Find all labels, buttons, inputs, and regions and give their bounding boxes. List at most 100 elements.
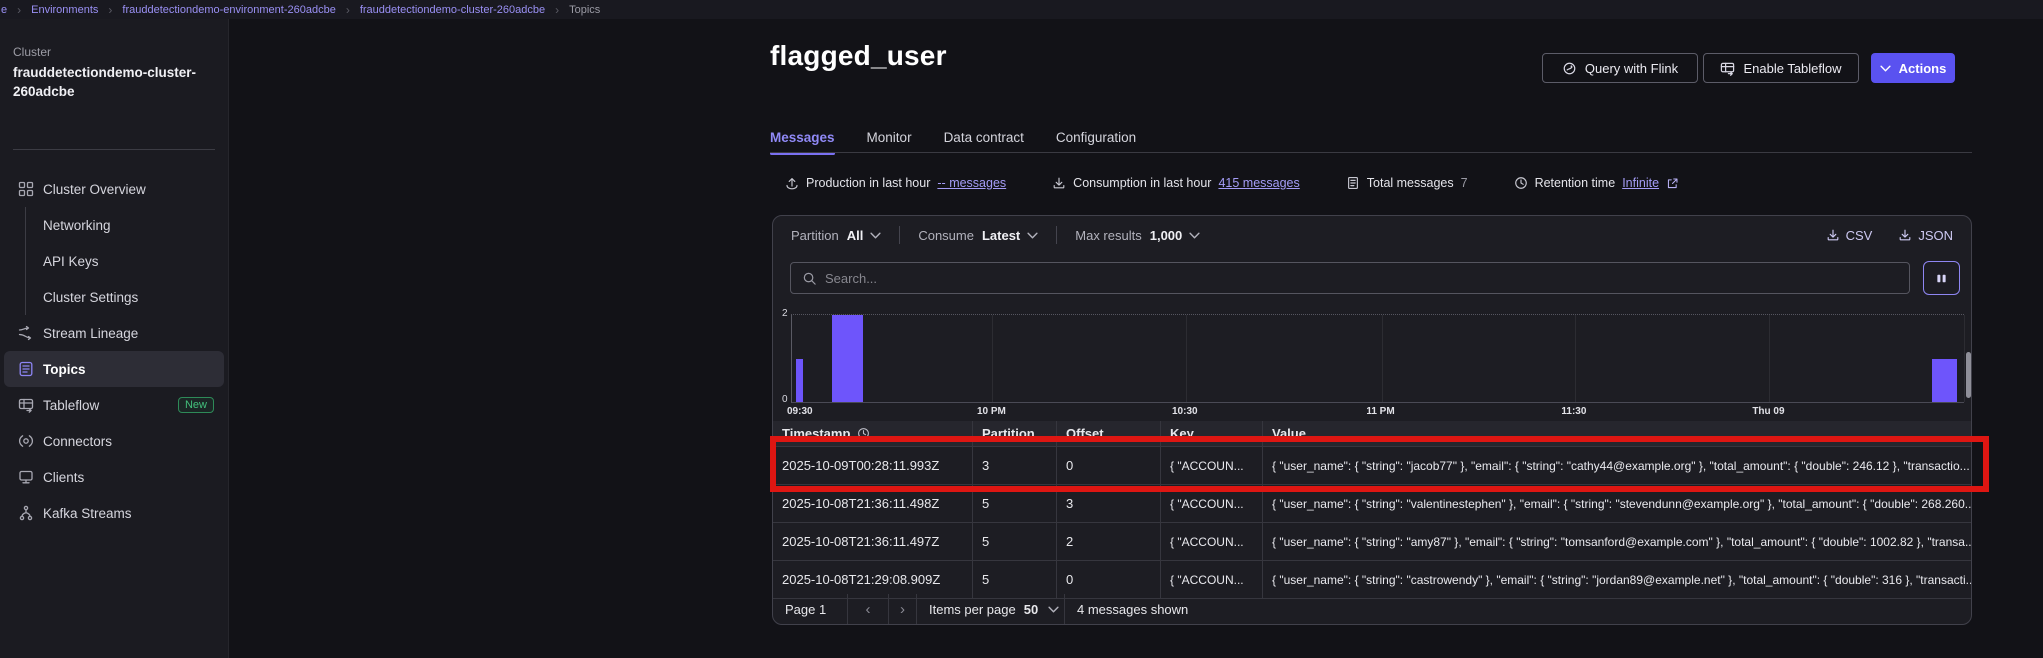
max-results-filter[interactable]: Max results 1,000 — [1075, 228, 1200, 243]
sidebar-item-topics[interactable]: Topics — [4, 351, 224, 387]
download-csv-button[interactable]: CSV — [1826, 228, 1873, 243]
download-json-button[interactable]: JSON — [1898, 228, 1953, 243]
table-row-highlighted[interactable]: 2025-10-09T00:28:11.993Z30{ "ACCOUN...{ … — [773, 447, 1971, 485]
actions-button[interactable]: Actions — [1871, 53, 1955, 83]
flink-icon — [1562, 61, 1577, 76]
sidebar-item-connectors[interactable]: Connectors — [4, 423, 224, 459]
consumption-icon — [1052, 176, 1066, 190]
app-root: e›Environments›frauddetectiondemo-enviro… — [0, 0, 2043, 658]
tab-configuration[interactable]: Configuration — [1056, 130, 1136, 154]
chevron-down-icon — [1189, 232, 1200, 239]
topic-stats: Production in last hour-- messagesConsum… — [785, 176, 1679, 190]
sidebar-item-label: Networking — [43, 218, 111, 233]
sidebar-item-clients[interactable]: Clients — [4, 459, 224, 495]
column-header-label: Timestamp — [782, 426, 850, 441]
cell-timestamp: 2025-10-08T21:36:11.497Z — [773, 523, 973, 560]
chart-bar — [1932, 359, 1957, 403]
kafka-streams-icon — [18, 505, 34, 521]
cluster-name: frauddetectiondemo-cluster-260adcbe — [13, 63, 215, 101]
chevron-right-icon: › — [555, 4, 559, 16]
items-per-page-value: 50 — [1024, 602, 1038, 617]
sidebar-item-kafka-streams[interactable]: Kafka Streams — [4, 495, 224, 531]
messages-shown-count: 4 messages shown — [1065, 594, 1971, 624]
column-header-partition[interactable]: Partition — [973, 421, 1057, 446]
sidebar-item-label: Connectors — [43, 434, 112, 449]
cell-key: { "ACCOUN... — [1161, 485, 1263, 522]
sidebar-item-cluster-settings[interactable]: Cluster Settings — [4, 279, 224, 315]
x-tick-label: 09:30 — [787, 406, 813, 417]
cell-value: { "user_name": { "string": "valentineste… — [1263, 485, 1971, 522]
sidebar-item-stream-lineage[interactable]: Stream Lineage — [4, 315, 224, 351]
cell-timestamp: 2025-10-08T21:36:11.498Z — [773, 485, 973, 522]
filter-divider — [899, 226, 900, 244]
sidebar-item-tableflow[interactable]: TableflowNew — [4, 387, 224, 423]
sidebar-item-label: API Keys — [43, 254, 99, 269]
columns-icon — [1934, 271, 1949, 286]
sidebar-item-label: Topics — [43, 362, 86, 377]
sidebar-item-label: Kafka Streams — [43, 506, 132, 521]
table-header-row: Timestamp Partition OffsetKeyValue — [773, 421, 1971, 447]
cell-value: { "user_name": { "string": "jacob77" }, … — [1263, 447, 1971, 484]
x-tick-label: 10 PM — [977, 406, 1006, 417]
partition-filter[interactable]: Partition All — [791, 228, 881, 243]
next-page-button[interactable]: › — [889, 594, 917, 624]
breadcrumb-item-topics[interactable]: Topics — [569, 4, 600, 16]
y-axis-max-label: 2 — [782, 308, 788, 319]
sidebar-item-api-keys[interactable]: API Keys — [4, 243, 224, 279]
chevron-down-icon — [1880, 65, 1891, 72]
cell-key: { "ACCOUN... — [1161, 447, 1263, 484]
messages-panel: Partition All Consume Latest Max results… — [772, 215, 1972, 625]
previous-page-button[interactable]: ‹ — [848, 594, 889, 624]
column-header-offset[interactable]: Offset — [1057, 421, 1161, 446]
column-header-label: Partition — [982, 426, 1035, 441]
chart-gridline — [1769, 315, 1770, 402]
chart-scrollbar-thumb[interactable] — [1966, 352, 1971, 398]
tab-monitor[interactable]: Monitor — [867, 130, 912, 154]
chart-gridline — [992, 315, 993, 402]
breadcrumb-item-frauddetectiondemo-environment-260adcbe[interactable]: frauddetectiondemo-environment-260adcbe — [122, 4, 335, 16]
tab-bar: Messages Monitor Data contract Configuratio… — [770, 130, 1136, 154]
table-body: 2025-10-09T00:28:11.993Z30{ "ACCOUN...{ … — [773, 447, 1971, 599]
column-header-value[interactable]: Value — [1263, 421, 1971, 446]
cell-partition: 5 — [973, 485, 1057, 522]
items-per-page-control[interactable]: Items per page 50 — [917, 594, 1065, 624]
breadcrumb-item-environments[interactable]: Environments — [31, 4, 98, 16]
breadcrumb-item-frauddetectiondemo-cluster-260adcbe[interactable]: frauddetectiondemo-cluster-260adcbe — [360, 4, 545, 16]
stat-value[interactable]: Infinite — [1622, 176, 1659, 190]
chart-gridline — [1186, 315, 1187, 402]
table-row[interactable]: 2025-10-08T21:36:11.498Z53{ "ACCOUN...{ … — [773, 485, 1971, 523]
cell-offset: 3 — [1057, 485, 1161, 522]
tableflow-icon — [18, 397, 34, 413]
tabs-underline — [770, 152, 1972, 153]
download-icon — [1826, 228, 1840, 242]
tab-messages[interactable]: Messages — [770, 130, 835, 154]
stat-label: Consumption in last hour — [1073, 176, 1211, 190]
search-input[interactable] — [791, 263, 1909, 293]
partition-filter-label: Partition — [791, 228, 839, 243]
total-icon — [1346, 176, 1360, 190]
consume-filter-value: Latest — [982, 228, 1020, 243]
x-tick-label: 11 PM — [1366, 406, 1394, 417]
lineage-icon — [18, 325, 34, 341]
stat-value[interactable]: -- messages — [937, 176, 1006, 190]
page-title: flagged_user — [770, 40, 947, 72]
query-with-flink-button[interactable]: Query with Flink — [1542, 53, 1698, 83]
breadcrumb: e›Environments›frauddetectiondemo-enviro… — [0, 0, 2043, 19]
column-header-key[interactable]: Key — [1161, 421, 1263, 446]
stat-value[interactable]: 415 messages — [1218, 176, 1299, 190]
cell-key: { "ACCOUN... — [1161, 561, 1263, 598]
tab-data-contract[interactable]: Data contract — [944, 130, 1024, 154]
table-row[interactable]: 2025-10-08T21:36:11.497Z52{ "ACCOUN...{ … — [773, 523, 1971, 561]
sidebar-item-cluster-overview[interactable]: Cluster Overview — [4, 171, 224, 207]
cell-partition: 5 — [973, 523, 1057, 560]
tableflow-icon — [1720, 61, 1735, 76]
column-settings-button[interactable] — [1923, 261, 1960, 295]
consume-filter[interactable]: Consume Latest — [918, 228, 1038, 243]
column-header-timestamp[interactable]: Timestamp — [773, 421, 973, 446]
enable-tableflow-button[interactable]: Enable Tableflow — [1703, 53, 1859, 83]
chevron-right-icon: › — [108, 4, 112, 16]
table-footer: Page 1 ‹ › Items per page 50 4 messages … — [773, 594, 1971, 624]
cell-offset: 0 — [1057, 561, 1161, 598]
sidebar-divider — [13, 149, 215, 150]
sidebar-item-networking[interactable]: Networking — [4, 207, 224, 243]
